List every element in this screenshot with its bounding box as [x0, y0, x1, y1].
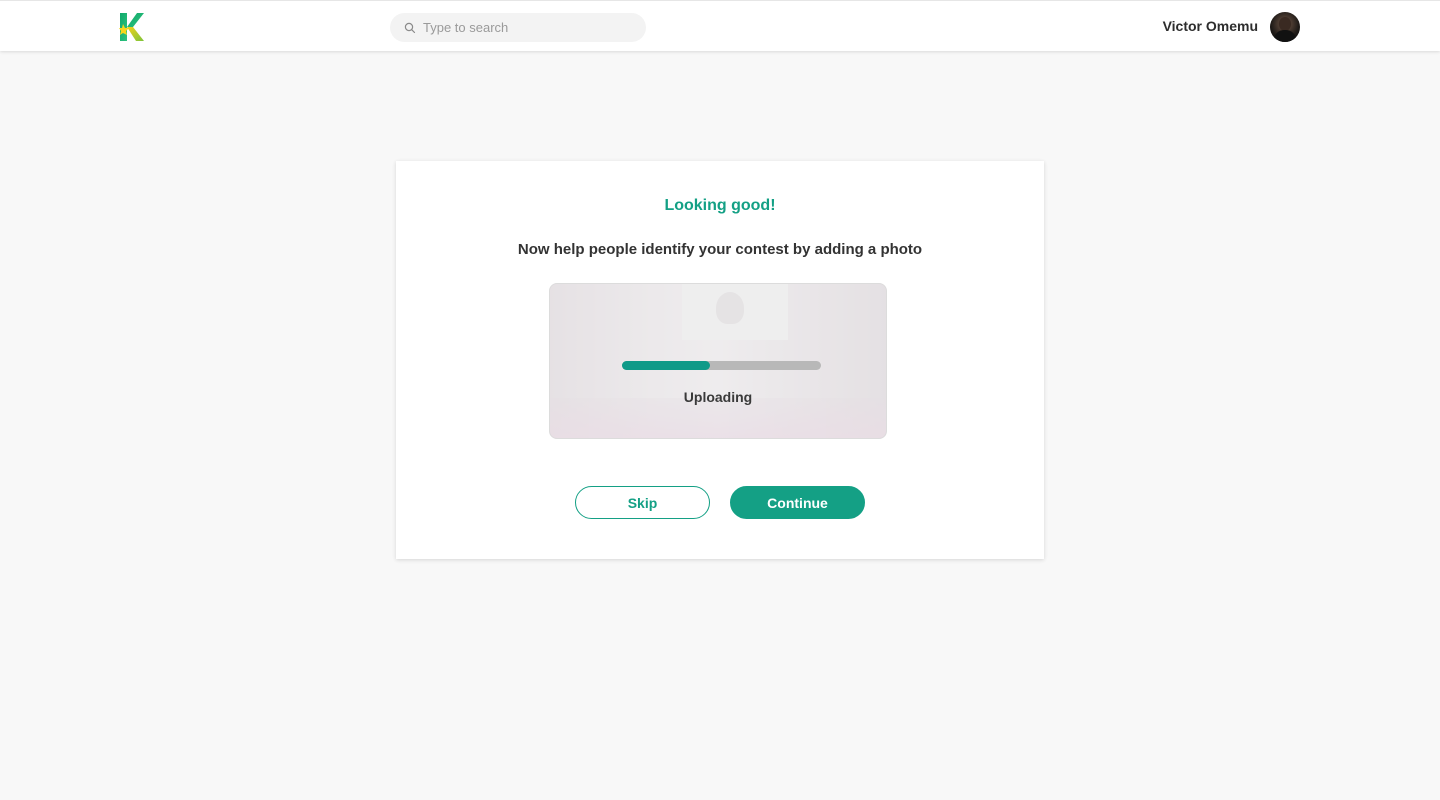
skip-button[interactable]: Skip	[575, 486, 710, 519]
search-icon	[404, 21, 416, 34]
avatar-body-shape	[1274, 30, 1296, 42]
avatar[interactable]	[1270, 12, 1300, 42]
card-title: Looking good!	[664, 197, 776, 214]
search-input[interactable]	[423, 13, 633, 42]
kontest-k-logo-icon[interactable]	[119, 12, 145, 42]
add-photo-card: Looking good! Now help people identify y…	[396, 161, 1044, 559]
top-navigation-bar: Victor Omemu	[0, 0, 1440, 51]
upload-progress-bar	[622, 361, 821, 370]
avatar-face-shape	[1279, 17, 1291, 31]
upload-progress-fill	[622, 361, 710, 370]
photo-upload-area[interactable]: Uploading	[549, 283, 887, 439]
user-name[interactable]: Victor Omemu	[1163, 18, 1258, 34]
card-subtitle: Now help people identify your contest by…	[517, 241, 923, 258]
upload-status-text: Uploading	[683, 389, 753, 405]
continue-button[interactable]: Continue	[730, 486, 865, 519]
